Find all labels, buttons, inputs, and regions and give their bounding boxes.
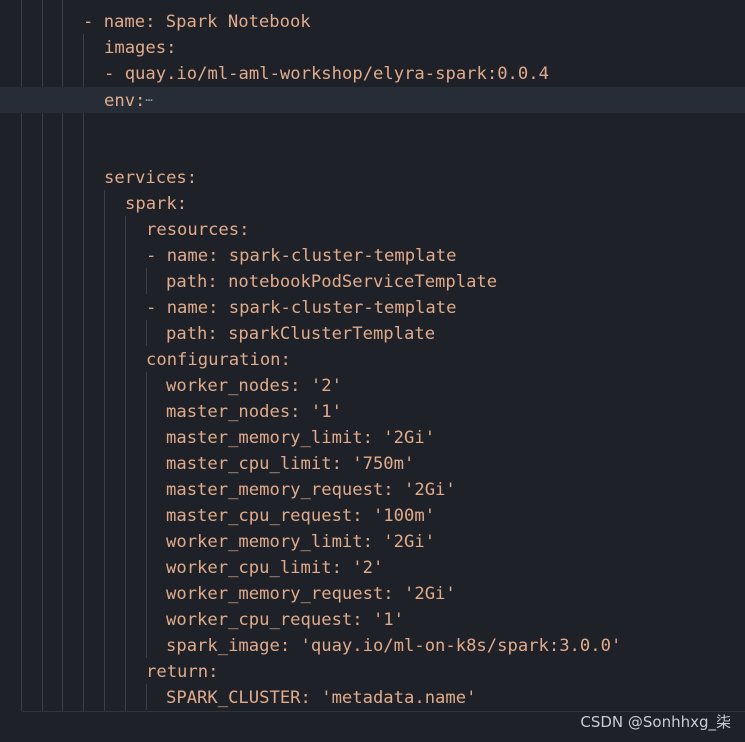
watermark: CSDN @Sonhhxg_柒 <box>580 713 731 731</box>
code-text: worker_cpu_limit: '2' <box>166 558 384 578</box>
code-text: configuration: <box>146 350 291 370</box>
code-line[interactable]: SPARK_CLUSTER: 'metadata.name' <box>0 685 745 711</box>
code-editor[interactable]: - name: Spark Notebook images: - quay.io… <box>0 0 745 742</box>
code-text: master_memory_request: '2Gi' <box>166 480 456 500</box>
code-line[interactable]: spark_image: 'quay.io/ml-on-k8s/spark:3.… <box>0 633 745 659</box>
code-line[interactable]: resources: <box>0 217 745 243</box>
code-line[interactable]: spark: <box>0 191 745 217</box>
code-line[interactable]: master_memory_request: '2Gi' <box>0 477 745 503</box>
code-text: - name: spark-cluster-template <box>146 246 457 266</box>
code-text: return: <box>146 662 219 682</box>
code-line[interactable]: - quay.io/ml-aml-workshop/elyra-spark:0.… <box>0 61 745 87</box>
code-line[interactable]: - name: spark-cluster-template <box>0 243 745 269</box>
code-line[interactable]: master_nodes: '1' <box>0 399 745 425</box>
code-line[interactable]: master_cpu_request: '100m' <box>0 503 745 529</box>
code-line[interactable]: path: sparkClusterTemplate <box>0 321 745 347</box>
code-text: SPARK_CLUSTER: 'metadata.name' <box>166 688 477 708</box>
code-line[interactable]: - name: Spark Notebook <box>0 9 745 35</box>
code-text: worker_nodes: '2' <box>166 376 342 396</box>
code-text: spark_image: 'quay.io/ml-on-k8s/spark:3.… <box>166 636 622 656</box>
code-text: path: sparkClusterTemplate <box>166 324 436 344</box>
code-text: master_cpu_limit: '750m' <box>166 454 415 474</box>
code-line[interactable]: master_cpu_limit: '750m' <box>0 451 745 477</box>
code-text: path: notebookPodServiceTemplate <box>166 272 498 292</box>
folded-ellipsis-icon[interactable]: ⋯ <box>145 93 152 107</box>
code-line[interactable]: return: <box>0 659 745 685</box>
code-line[interactable] <box>0 139 745 165</box>
code-line[interactable]: worker_nodes: '2' <box>0 373 745 399</box>
code-line[interactable]: master_memory_limit: '2Gi' <box>0 425 745 451</box>
code-line[interactable]: images: <box>0 35 745 61</box>
code-text: master_nodes: '1' <box>166 402 342 422</box>
code-text: services: <box>104 168 198 188</box>
code-text: worker_cpu_request: '1' <box>166 610 404 630</box>
code-text: resources: <box>146 220 250 240</box>
code-text: worker_memory_limit: '2Gi' <box>166 532 436 552</box>
code-line[interactable]: worker_memory_limit: '2Gi' <box>0 529 745 555</box>
code-text: - name: spark-cluster-template <box>146 298 457 318</box>
code-line[interactable]: configuration: <box>0 347 745 373</box>
code-line-current[interactable]: env:⋯ <box>0 87 745 113</box>
code-line[interactable]: path: notebookPodServiceTemplate <box>0 269 745 295</box>
code-text: master_cpu_request: '100m' <box>166 506 436 526</box>
code-line[interactable]: worker_cpu_request: '1' <box>0 607 745 633</box>
code-text: images: <box>104 38 177 58</box>
code-text: - name: Spark Notebook <box>83 12 311 32</box>
code-text: worker_memory_request: '2Gi' <box>166 584 456 604</box>
code-text: spark: <box>125 194 188 214</box>
code-line[interactable] <box>0 113 745 139</box>
code-line[interactable]: worker_cpu_limit: '2' <box>0 555 745 581</box>
code-text: - quay.io/ml-aml-workshop/elyra-spark:0.… <box>104 64 549 84</box>
code-line[interactable]: services: <box>0 165 745 191</box>
code-line[interactable]: worker_memory_request: '2Gi' <box>0 581 745 607</box>
code-text: env: <box>104 91 146 111</box>
code-text: master_memory_limit: '2Gi' <box>166 428 436 448</box>
code-line[interactable]: - name: spark-cluster-template <box>0 295 745 321</box>
